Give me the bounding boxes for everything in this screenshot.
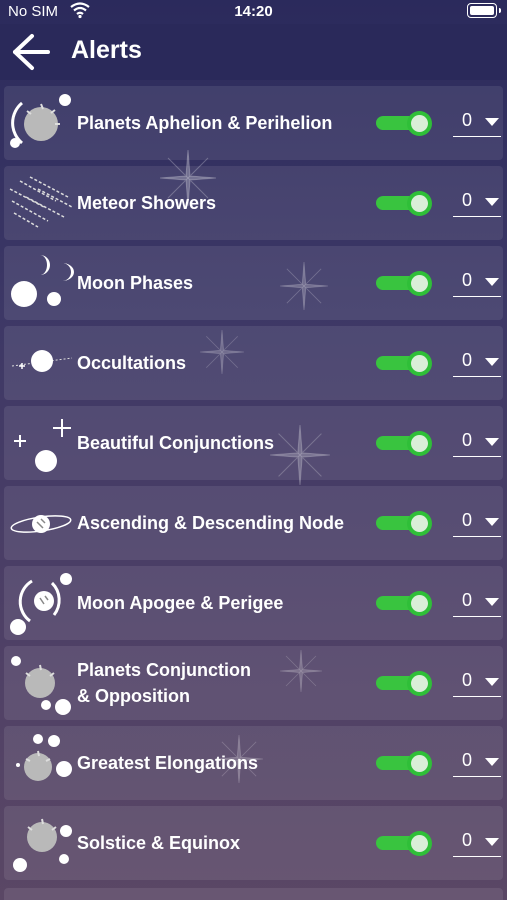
alert-count-dropdown[interactable]: 0 — [453, 670, 501, 697]
conjunction-icon — [14, 419, 71, 472]
elongation-icon — [16, 734, 72, 781]
alert-label: Beautiful Conjunctions — [77, 433, 274, 453]
chevron-down-icon — [485, 198, 499, 206]
alert-row: Beautiful Conjunctions 0 — [4, 406, 503, 480]
alert-count-dropdown[interactable]: 0 — [453, 110, 501, 137]
chevron-down-icon — [485, 358, 499, 366]
alert-count-dropdown[interactable]: 0 — [453, 270, 501, 297]
alert-count-dropdown[interactable]: 0 — [453, 830, 501, 857]
alerts-list: Planets Aphelion & Perihelion 0 Meteor S… — [0, 86, 507, 886]
alert-row: Moon Phases 0 — [4, 246, 503, 320]
alert-count-dropdown[interactable]: 0 — [453, 510, 501, 537]
chevron-down-icon — [485, 118, 499, 126]
alert-label: Moon Phases — [77, 273, 194, 293]
alert-label: Solstice & Equinox — [77, 833, 241, 853]
alert-row: Moon Apogee & Perigee 0 — [4, 566, 503, 640]
alert-count-dropdown[interactable]: 0 — [453, 590, 501, 617]
alert-row: Greatest Elongations 0 — [4, 726, 503, 800]
alert-label: Occultations — [77, 353, 187, 373]
alert-count-dropdown[interactable]: 0 — [453, 430, 501, 457]
page-title: Alerts — [71, 36, 142, 64]
alert-row: Occultations 0 — [4, 326, 503, 400]
alert-row: Meteor Showers 0 — [4, 166, 503, 240]
alert-toggle[interactable] — [376, 431, 438, 456]
chevron-down-icon — [485, 758, 499, 766]
alert-count-dropdown[interactable]: 0 — [453, 750, 501, 777]
solstice-equinox-icon — [13, 818, 72, 872]
alert-count-dropdown[interactable]: 0 — [453, 190, 501, 217]
alert-row: Solstice & Equinox 0 — [4, 806, 503, 880]
alert-toggle[interactable] — [376, 831, 438, 856]
nav-bar: Alerts — [0, 24, 507, 80]
clock: 14:20 — [234, 3, 273, 20]
alert-row: Planets Conjunction & Opposition 0 — [4, 646, 503, 720]
alert-label: Planets Conjunction & Opposition — [77, 660, 252, 706]
alert-label: Meteor Showers — [77, 193, 217, 213]
alert-toggle[interactable] — [376, 271, 438, 296]
chevron-down-icon — [485, 678, 499, 686]
planet-orbit-icon — [10, 94, 71, 148]
alert-label: Greatest Elongations — [77, 753, 259, 773]
alert-row: Ascending & Descending Node 0 — [4, 486, 503, 560]
status-bar: No SIM 14:20 — [0, 0, 507, 24]
alert-toggle[interactable] — [376, 751, 438, 776]
alert-label: Moon Apogee & Perigee — [77, 593, 284, 613]
chevron-down-icon — [485, 838, 499, 846]
planet-conjunction-icon — [11, 656, 71, 715]
chevron-down-icon — [485, 438, 499, 446]
alert-count-dropdown[interactable]: 0 — [453, 350, 501, 377]
alert-toggle[interactable] — [376, 671, 438, 696]
alert-toggle[interactable] — [376, 351, 438, 376]
alert-toggle[interactable] — [376, 511, 438, 536]
chevron-down-icon — [485, 598, 499, 606]
chevron-down-icon — [485, 278, 499, 286]
moon-phases-icon — [11, 255, 74, 307]
occultation-icon — [11, 350, 73, 372]
moon-apogee-icon — [10, 573, 72, 635]
chevron-down-icon — [485, 518, 499, 526]
alert-toggle[interactable] — [376, 591, 438, 616]
node-orbit-icon — [10, 515, 72, 533]
alert-row: Planets Aphelion & Perihelion 0 — [4, 86, 503, 160]
alert-label: Planets Aphelion & Perihelion — [77, 113, 333, 133]
back-arrow-icon[interactable] — [10, 32, 52, 72]
alert-toggle[interactable] — [376, 111, 438, 136]
list-item-partial — [4, 888, 503, 900]
alert-toggle[interactable] — [376, 191, 438, 216]
alert-label: Ascending & Descending Node — [77, 513, 345, 533]
battery-icon — [467, 3, 501, 18]
meteor-shower-icon — [9, 176, 73, 228]
